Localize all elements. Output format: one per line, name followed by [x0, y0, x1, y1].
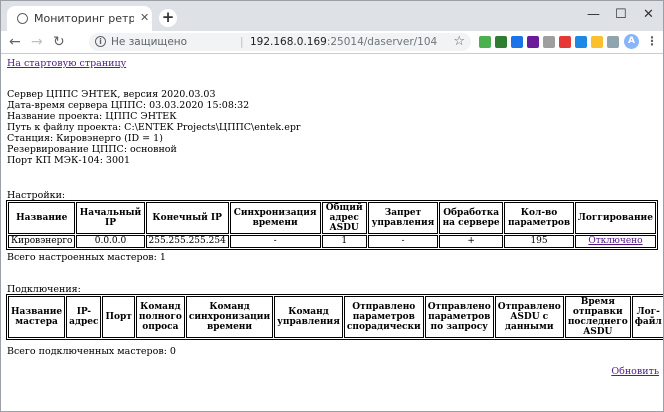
column-header: Отправлено ASDU с данными	[494, 296, 564, 338]
table-header-row: Название Начальный IP Конечный IP Синхро…	[8, 202, 656, 234]
table-cell: 195	[504, 235, 574, 248]
tab-title: Мониторинг ретрансляции данн	[34, 12, 134, 25]
table-cell: -	[367, 235, 439, 248]
column-header: Название	[8, 202, 76, 234]
extension-icon[interactable]	[607, 36, 619, 48]
tab-strip: Мониторинг ретрансляции данн ✕ + — ☐ ✕	[1, 1, 663, 31]
tab-close-icon[interactable]: ✕	[140, 11, 149, 24]
avatar-icon[interactable]: A	[624, 34, 639, 49]
globe-icon	[17, 13, 28, 24]
maximize-icon[interactable]: ☐	[615, 7, 627, 22]
extension-icon[interactable]	[511, 36, 523, 48]
url-path: :25014/daserver/104	[326, 36, 438, 48]
forward-icon[interactable]: →	[31, 34, 43, 50]
column-header: IP-адрес	[66, 296, 102, 338]
browser-toolbar: ← → ↻ i Не защищено | 192.168.0.169:2501…	[1, 31, 663, 54]
reload-icon[interactable]: ↻	[53, 34, 65, 50]
connections-table: Название мастера IP-адрес Порт Команд по…	[6, 294, 663, 340]
url-text[interactable]: 192.168.0.169:25014/daserver/104	[250, 36, 437, 48]
column-header: Начальный IP	[76, 202, 145, 234]
info-line: Сервер ЦППС ЭНТЕК, версия 2020.03.03	[7, 89, 216, 100]
info-line: Станция: Кировэнерго (ID = 1)	[7, 133, 163, 144]
column-header: Синхронизация времени	[229, 202, 321, 234]
info-line: Дата-время сервера ЦППС: 03.03.2020 15:0…	[7, 100, 250, 111]
column-header: Команд управления	[274, 296, 343, 338]
table-cell: Отключено	[574, 235, 656, 248]
server-info: Сервер ЦППС ЭНТЕК, версия 2020.03.03 Дат…	[7, 89, 300, 166]
back-icon[interactable]: ←	[9, 34, 21, 50]
column-header: Конечный IP	[145, 202, 229, 234]
table-cell: Кировэнерго	[8, 235, 76, 248]
star-icon[interactable]: ☆	[453, 34, 465, 49]
table-cell: -	[229, 235, 321, 248]
security-indicator[interactable]: Не защищено	[111, 36, 187, 48]
column-header: Команд полного опроса	[135, 296, 185, 338]
extension-icon[interactable]	[575, 36, 587, 48]
column-header: Общий адрес ASDU	[321, 202, 367, 234]
total-masters-text: Всего настроенных мастеров: 1	[7, 252, 166, 263]
extension-icon[interactable]	[591, 36, 603, 48]
url-separator: |	[240, 36, 244, 48]
extension-icon[interactable]	[527, 36, 539, 48]
info-line: Порт КП МЭК-104: 3001	[7, 155, 131, 166]
column-header: Отправлено параметров спорадически	[343, 296, 424, 338]
column-header: Обработка на сервере	[439, 202, 504, 234]
browser-tab[interactable]: Мониторинг ретрансляции данн ✕	[7, 6, 152, 31]
home-link[interactable]: На стартовую страницу	[7, 58, 126, 69]
column-header: Команд синхронизации времени	[185, 296, 274, 338]
table-cell: 0.0.0.0	[76, 235, 145, 248]
extension-icon[interactable]	[559, 36, 571, 48]
column-header: Время отправки последнего ASDU	[564, 296, 631, 338]
browser-window: Мониторинг ретрансляции данн ✕ + — ☐ ✕ ←…	[0, 0, 664, 412]
extension-icon[interactable]	[543, 36, 555, 48]
table-row: Кировэнерго 0.0.0.0 255.255.255.254 - 1 …	[8, 235, 656, 248]
total-connected-text: Всего подключенных мастеров: 0	[7, 346, 176, 357]
info-line: Название проекта: ЦППС ЭНТЕК	[7, 111, 177, 122]
table-cell: 255.255.255.254	[145, 235, 229, 248]
column-header: Логгирование	[574, 202, 656, 234]
minimize-icon[interactable]: —	[587, 7, 600, 22]
table-header-row: Название мастера IP-адрес Порт Команд по…	[8, 296, 663, 338]
info-line: Резервирование ЦППС: основной	[7, 144, 177, 155]
logging-link[interactable]: Отключено	[588, 236, 642, 246]
window-close-icon[interactable]: ✕	[643, 7, 654, 22]
table-cell: 1	[321, 235, 367, 248]
url-host: 192.168.0.169	[250, 36, 327, 48]
extension-icon[interactable]	[479, 36, 491, 48]
address-bar[interactable]: i Не защищено | 192.168.0.169:25014/dase…	[89, 33, 471, 51]
refresh-link[interactable]: Обновить	[611, 366, 659, 377]
column-header: Название мастера	[8, 296, 66, 338]
extension-icon[interactable]	[495, 36, 507, 48]
new-tab-button[interactable]: +	[159, 9, 177, 27]
column-header: Запрет управления	[367, 202, 439, 234]
settings-table: Название Начальный IP Конечный IP Синхро…	[6, 200, 658, 250]
menu-icon[interactable]: ⋮	[646, 34, 658, 48]
table-cell: +	[439, 235, 504, 248]
page-content: На стартовую страницу Сервер ЦППС ЭНТЕК,…	[1, 54, 663, 411]
info-icon[interactable]: i	[95, 36, 106, 47]
column-header: Лог-файл	[631, 296, 663, 338]
info-line: Путь к файлу проекта: C:\ENTEK Projects\…	[7, 122, 301, 133]
column-header: Порт	[102, 296, 135, 338]
column-header: Кол-во параметров	[504, 202, 574, 234]
column-header: Отправлено параметров по запросу	[424, 296, 494, 338]
